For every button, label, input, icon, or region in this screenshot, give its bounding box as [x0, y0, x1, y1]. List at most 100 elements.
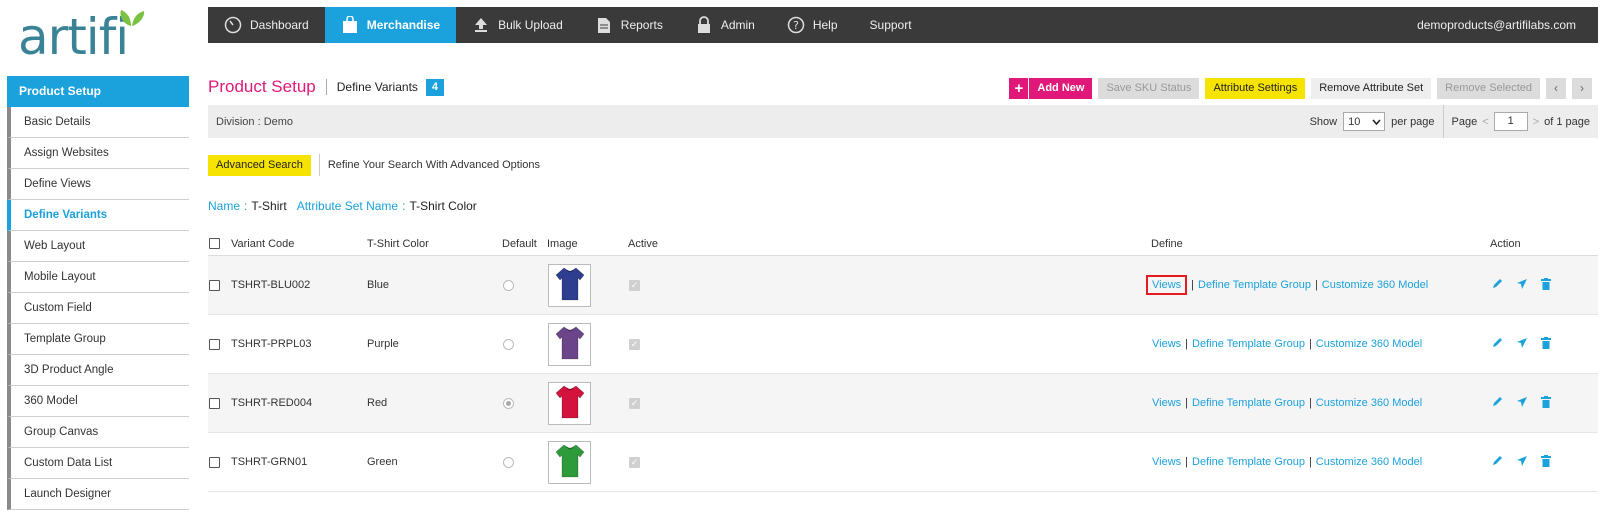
- sidebar-item-mobile-layout[interactable]: Mobile Layout: [7, 262, 189, 293]
- default-radio[interactable]: [503, 397, 514, 409]
- show-label: Show: [1309, 115, 1338, 128]
- default-radio[interactable]: [503, 338, 514, 350]
- variant-image[interactable]: [548, 263, 591, 307]
- sidebar: Product Setup Basic Details Assign Websi…: [7, 76, 189, 510]
- variant-image[interactable]: [548, 322, 591, 366]
- sidebar-item-template-group[interactable]: Template Group: [7, 324, 189, 355]
- default-radio[interactable]: [503, 456, 514, 468]
- page-number-input[interactable]: 1: [1493, 112, 1528, 131]
- header-active: Active: [628, 237, 658, 250]
- trash-icon[interactable]: [1541, 454, 1551, 470]
- row-checkbox[interactable]: [209, 279, 220, 291]
- nav-merchandise[interactable]: Merchandise: [324, 7, 457, 43]
- advanced-search-button[interactable]: Advanced Search: [208, 154, 311, 176]
- toolbar: + Add New Save SKU Status Attribute Sett…: [1009, 78, 1592, 99]
- select-all-checkbox[interactable]: [209, 238, 220, 249]
- sidebar-item-define-variants[interactable]: Define Variants: [7, 200, 189, 231]
- trash-icon[interactable]: [1541, 336, 1551, 352]
- help-icon: ?: [787, 16, 805, 34]
- tshirt-icon: [555, 384, 585, 423]
- nav-admin[interactable]: Admin: [679, 7, 771, 43]
- row-checkbox[interactable]: [209, 397, 220, 409]
- sidebar-item-group-canvas[interactable]: Group Canvas: [7, 417, 189, 448]
- customize-360-model-link[interactable]: Customize 360 Model: [1316, 397, 1422, 409]
- trash-icon[interactable]: [1541, 395, 1551, 411]
- attribute-set-label: Attribute Set Name: [296, 199, 399, 213]
- sidebar-item-360-model[interactable]: 360 Model: [7, 386, 189, 417]
- variant-color: Red: [367, 397, 388, 409]
- advanced-search-row: Advanced Search Refine Your Search With …: [208, 154, 540, 176]
- variant-image[interactable]: [548, 381, 591, 425]
- pager-prev[interactable]: <: [1482, 116, 1488, 128]
- send-icon[interactable]: [1516, 278, 1528, 293]
- user-email[interactable]: demoproducts@artifilabs.com: [1395, 18, 1598, 32]
- variant-code: TSHRT-GRN01: [231, 456, 308, 468]
- customize-360-model-link[interactable]: Customize 360 Model: [1322, 279, 1428, 291]
- edit-icon[interactable]: [1492, 396, 1503, 410]
- sidebar-item-custom-data-list[interactable]: Custom Data List: [7, 448, 189, 479]
- row-checkbox[interactable]: [209, 456, 220, 468]
- link-separator: |: [1185, 397, 1189, 409]
- attribute-settings-button[interactable]: Attribute Settings: [1205, 78, 1306, 99]
- remove-attribute-set-button[interactable]: Remove Attribute Set: [1311, 78, 1432, 99]
- search-divider: [318, 154, 320, 176]
- views-link[interactable]: Views: [1152, 397, 1181, 409]
- add-new-label: Add New: [1037, 82, 1085, 94]
- edit-icon[interactable]: [1492, 337, 1503, 351]
- prev-arrow-button[interactable]: ‹: [1546, 78, 1566, 99]
- sidebar-item-3d-product-angle[interactable]: 3D Product Angle: [7, 355, 189, 386]
- customize-360-model-link[interactable]: Customize 360 Model: [1316, 456, 1422, 468]
- division-bar: Division : Demo Show 10 per page Page < …: [208, 105, 1598, 138]
- name-label: Name: [208, 199, 241, 213]
- pager-next[interactable]: >: [1533, 116, 1539, 128]
- nav-bulk-upload[interactable]: Bulk Upload: [456, 7, 579, 43]
- edit-icon[interactable]: [1492, 278, 1503, 292]
- attribute-set-value: T-Shirt Color: [409, 199, 477, 213]
- define-template-group-link[interactable]: Define Template Group: [1198, 279, 1311, 291]
- link-separator: |: [1308, 397, 1312, 409]
- sidebar-item-web-layout[interactable]: Web Layout: [7, 231, 189, 262]
- nav-help[interactable]: ? Help: [771, 7, 854, 43]
- active-checkbox: ✓: [629, 397, 640, 409]
- sidebar-item-assign-websites[interactable]: Assign Websites: [7, 138, 189, 169]
- variant-color: Purple: [367, 338, 399, 350]
- next-arrow-button[interactable]: ›: [1572, 78, 1592, 99]
- sidebar-item-launch-designer[interactable]: Launch Designer: [7, 479, 189, 510]
- define-template-group-link[interactable]: Define Template Group: [1192, 456, 1305, 468]
- save-sku-status-button[interactable]: Save SKU Status: [1098, 78, 1200, 99]
- row-checkbox[interactable]: [209, 338, 220, 350]
- default-radio[interactable]: [503, 279, 514, 291]
- nav-support[interactable]: Support: [854, 7, 928, 43]
- variant-image[interactable]: [548, 440, 591, 484]
- views-link[interactable]: Views: [1146, 275, 1188, 295]
- upload-icon: [472, 16, 490, 34]
- page-subtitle: Define Variants: [336, 80, 418, 94]
- send-icon[interactable]: [1516, 337, 1528, 352]
- artifi-logo[interactable]: artifi: [18, 6, 168, 68]
- header-default: Default: [502, 237, 537, 250]
- views-link[interactable]: Views: [1152, 456, 1181, 468]
- chevron-down-icon: [1372, 118, 1381, 125]
- send-icon[interactable]: [1516, 396, 1528, 411]
- variants-table: Variant Code T-Shirt Color Default Image…: [208, 232, 1598, 492]
- define-template-group-link[interactable]: Define Template Group: [1192, 397, 1305, 409]
- variant-color: Green: [367, 456, 398, 468]
- lock-icon: [695, 16, 713, 34]
- sidebar-item-basic-details[interactable]: Basic Details: [7, 107, 189, 138]
- edit-icon[interactable]: [1492, 455, 1503, 469]
- sidebar-item-custom-field[interactable]: Custom Field: [7, 293, 189, 324]
- add-new-button[interactable]: + Add New: [1009, 78, 1093, 99]
- views-link[interactable]: Views: [1152, 338, 1181, 350]
- define-template-group-link[interactable]: Define Template Group: [1192, 338, 1305, 350]
- nav-reports[interactable]: Reports: [579, 7, 679, 43]
- nav-admin-label: Admin: [720, 18, 755, 32]
- link-separator: |: [1308, 456, 1312, 468]
- sidebar-item-define-views[interactable]: Define Views: [7, 169, 189, 200]
- send-icon[interactable]: [1516, 455, 1528, 470]
- page-size-select[interactable]: 10: [1343, 112, 1386, 131]
- customize-360-model-link[interactable]: Customize 360 Model: [1316, 338, 1422, 350]
- nav-dashboard[interactable]: Dashboard: [208, 7, 325, 43]
- trash-icon[interactable]: [1541, 277, 1551, 293]
- remove-selected-button[interactable]: Remove Selected: [1437, 78, 1540, 99]
- header-color: T-Shirt Color: [367, 237, 429, 250]
